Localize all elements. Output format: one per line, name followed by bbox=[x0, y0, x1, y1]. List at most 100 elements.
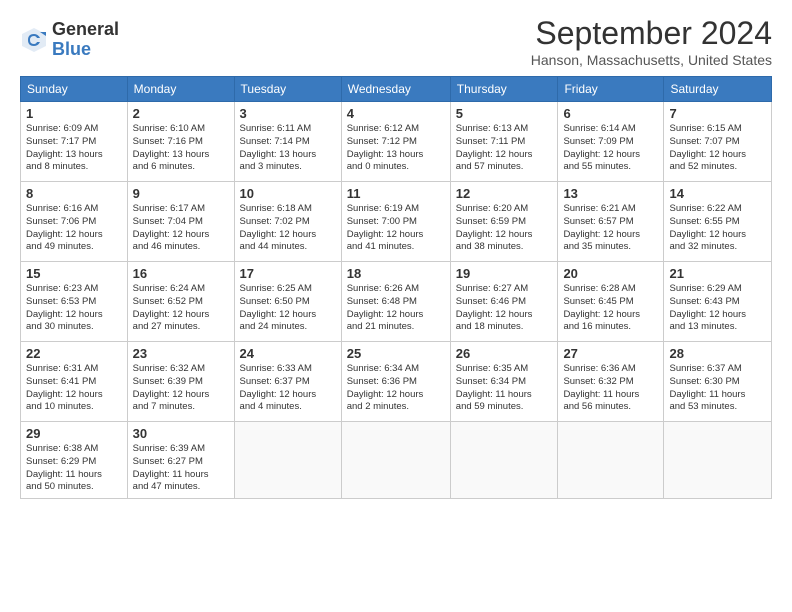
day-number: 17 bbox=[240, 266, 336, 281]
calendar-day-cell: 5Sunrise: 6:13 AMSunset: 7:11 PMDaylight… bbox=[450, 102, 558, 182]
calendar-table: SundayMondayTuesdayWednesdayThursdayFrid… bbox=[20, 76, 772, 499]
weekday-header-thursday: Thursday bbox=[450, 77, 558, 102]
logo: General Blue bbox=[20, 20, 119, 60]
day-info: Sunrise: 6:29 AMSunset: 6:43 PMDaylight:… bbox=[669, 283, 766, 334]
day-number: 30 bbox=[133, 426, 229, 441]
day-number: 14 bbox=[669, 186, 766, 201]
location: Hanson, Massachusetts, United States bbox=[531, 52, 772, 68]
day-number: 13 bbox=[563, 186, 658, 201]
day-number: 11 bbox=[347, 186, 445, 201]
logo-blue-text: Blue bbox=[52, 40, 119, 60]
month-title: September 2024 bbox=[531, 15, 772, 52]
day-info: Sunrise: 6:10 AMSunset: 7:16 PMDaylight:… bbox=[133, 123, 229, 174]
day-info: Sunrise: 6:34 AMSunset: 6:36 PMDaylight:… bbox=[347, 363, 445, 414]
logo-text: General Blue bbox=[52, 20, 119, 60]
calendar-day-cell: 29Sunrise: 6:38 AMSunset: 6:29 PMDayligh… bbox=[21, 422, 128, 499]
day-number: 21 bbox=[669, 266, 766, 281]
weekday-header-saturday: Saturday bbox=[664, 77, 772, 102]
calendar-day-cell: 1Sunrise: 6:09 AMSunset: 7:17 PMDaylight… bbox=[21, 102, 128, 182]
calendar-week-row: 29Sunrise: 6:38 AMSunset: 6:29 PMDayligh… bbox=[21, 422, 772, 499]
day-number: 2 bbox=[133, 106, 229, 121]
weekday-header-sunday: Sunday bbox=[21, 77, 128, 102]
day-number: 8 bbox=[26, 186, 122, 201]
day-info: Sunrise: 6:17 AMSunset: 7:04 PMDaylight:… bbox=[133, 203, 229, 254]
calendar-day-cell: 6 Sunrise: 6:14 AMSunset: 7:09 PMDaylight… bbox=[558, 102, 664, 182]
day-info: Sunrise: 6:12 AMSunset: 7:12 PMDaylight:… bbox=[347, 123, 445, 174]
calendar-day-cell: 12 Sunrise: 6:20 AMSunset: 6:59 PMDayligh… bbox=[450, 182, 558, 262]
day-info: Sunrise: 6:33 AMSunset: 6:37 PMDaylight:… bbox=[240, 363, 336, 414]
day-number: 10 bbox=[240, 186, 336, 201]
weekday-header-friday: Friday bbox=[558, 77, 664, 102]
calendar-day-cell: 13 Sunrise: 6:21 AMSunset: 6:57 PMDayligh… bbox=[558, 182, 664, 262]
day-info: Sunrise: 6:36 AMSunset: 6:32 PMDaylight:… bbox=[563, 363, 658, 414]
day-info: Sunrise: 6:24 AMSunset: 6:52 PMDaylight:… bbox=[133, 283, 229, 334]
calendar-week-row: 1Sunrise: 6:09 AMSunset: 7:17 PMDaylight… bbox=[21, 102, 772, 182]
day-info: Sunrise: 6:23 AMSunset: 6:53 PMDaylight:… bbox=[26, 283, 122, 334]
calendar-day-cell: 17Sunrise: 6:25 AMSunset: 6:50 PMDayligh… bbox=[234, 262, 341, 342]
day-number: 12 bbox=[456, 186, 553, 201]
calendar-day-cell: 21 Sunrise: 6:29 AMSunset: 6:43 PMDayligh… bbox=[664, 262, 772, 342]
day-number: 18 bbox=[347, 266, 445, 281]
calendar-day-cell: 14 Sunrise: 6:22 AMSunset: 6:55 PMDayligh… bbox=[664, 182, 772, 262]
calendar-day-cell: 4 Sunrise: 6:12 AMSunset: 7:12 PMDaylight… bbox=[341, 102, 450, 182]
weekday-header-row: SundayMondayTuesdayWednesdayThursdayFrid… bbox=[21, 77, 772, 102]
day-info: Sunrise: 6:13 AMSunset: 7:11 PMDaylight:… bbox=[456, 123, 553, 174]
calendar-day-cell: 7Sunrise: 6:15 AMSunset: 7:07 PMDaylight… bbox=[664, 102, 772, 182]
calendar-day-cell bbox=[664, 422, 772, 499]
day-number: 16 bbox=[133, 266, 229, 281]
header: General Blue September 2024 Hanson, Mass… bbox=[20, 15, 772, 68]
calendar-day-cell: 11 Sunrise: 6:19 AMSunset: 7:00 PMDayligh… bbox=[341, 182, 450, 262]
calendar-day-cell bbox=[341, 422, 450, 499]
calendar-day-cell: 20 Sunrise: 6:28 AMSunset: 6:45 PMDayligh… bbox=[558, 262, 664, 342]
calendar-week-row: 22 Sunrise: 6:31 AMSunset: 6:41 PMDayligh… bbox=[21, 342, 772, 422]
calendar-day-cell: 27Sunrise: 6:36 AMSunset: 6:32 PMDayligh… bbox=[558, 342, 664, 422]
day-info: Sunrise: 6:35 AMSunset: 6:34 PMDaylight:… bbox=[456, 363, 553, 414]
calendar-day-cell: 10Sunrise: 6:18 AMSunset: 7:02 PMDayligh… bbox=[234, 182, 341, 262]
calendar-week-row: 8 Sunrise: 6:16 AMSunset: 7:06 PMDaylight… bbox=[21, 182, 772, 262]
calendar-day-cell: 9 Sunrise: 6:17 AMSunset: 7:04 PMDaylight… bbox=[127, 182, 234, 262]
day-number: 15 bbox=[26, 266, 122, 281]
day-info: Sunrise: 6:14 AMSunset: 7:09 PMDaylight:… bbox=[563, 123, 658, 174]
calendar-day-cell: 16 Sunrise: 6:24 AMSunset: 6:52 PMDayligh… bbox=[127, 262, 234, 342]
calendar-day-cell: 3 Sunrise: 6:11 AMSunset: 7:14 PMDaylight… bbox=[234, 102, 341, 182]
calendar-day-cell: 28Sunrise: 6:37 AMSunset: 6:30 PMDayligh… bbox=[664, 342, 772, 422]
calendar-day-cell: 30Sunrise: 6:39 AMSunset: 6:27 PMDayligh… bbox=[127, 422, 234, 499]
calendar-day-cell: 24Sunrise: 6:33 AMSunset: 6:37 PMDayligh… bbox=[234, 342, 341, 422]
calendar-day-cell: 15 Sunrise: 6:23 AMSunset: 6:53 PMDayligh… bbox=[21, 262, 128, 342]
day-number: 4 bbox=[347, 106, 445, 121]
day-number: 29 bbox=[26, 426, 122, 441]
day-number: 6 bbox=[563, 106, 658, 121]
calendar-day-cell: 8 Sunrise: 6:16 AMSunset: 7:06 PMDaylight… bbox=[21, 182, 128, 262]
day-number: 19 bbox=[456, 266, 553, 281]
day-info: Sunrise: 6:27 AMSunset: 6:46 PMDaylight:… bbox=[456, 283, 553, 334]
day-info: Sunrise: 6:11 AMSunset: 7:14 PMDaylight:… bbox=[240, 123, 336, 174]
weekday-header-monday: Monday bbox=[127, 77, 234, 102]
day-info: Sunrise: 6:26 AMSunset: 6:48 PMDaylight:… bbox=[347, 283, 445, 334]
calendar-day-cell bbox=[234, 422, 341, 499]
calendar-day-cell: 26Sunrise: 6:35 AMSunset: 6:34 PMDayligh… bbox=[450, 342, 558, 422]
day-info: Sunrise: 6:16 AMSunset: 7:06 PMDaylight:… bbox=[26, 203, 122, 254]
day-number: 22 bbox=[26, 346, 122, 361]
day-number: 9 bbox=[133, 186, 229, 201]
day-info: Sunrise: 6:19 AMSunset: 7:00 PMDaylight:… bbox=[347, 203, 445, 254]
calendar-day-cell: 22 Sunrise: 6:31 AMSunset: 6:41 PMDayligh… bbox=[21, 342, 128, 422]
weekday-header-tuesday: Tuesday bbox=[234, 77, 341, 102]
day-info: Sunrise: 6:32 AMSunset: 6:39 PMDaylight:… bbox=[133, 363, 229, 414]
calendar-day-cell: 2 Sunrise: 6:10 AMSunset: 7:16 PMDaylight… bbox=[127, 102, 234, 182]
calendar-container: General Blue September 2024 Hanson, Mass… bbox=[0, 0, 792, 509]
day-info: Sunrise: 6:22 AMSunset: 6:55 PMDaylight:… bbox=[669, 203, 766, 254]
calendar-day-cell: 25 Sunrise: 6:34 AMSunset: 6:36 PMDayligh… bbox=[341, 342, 450, 422]
calendar-day-cell: 19 Sunrise: 6:27 AMSunset: 6:46 PMDayligh… bbox=[450, 262, 558, 342]
logo-icon bbox=[20, 26, 48, 54]
day-info: Sunrise: 6:21 AMSunset: 6:57 PMDaylight:… bbox=[563, 203, 658, 254]
day-number: 20 bbox=[563, 266, 658, 281]
day-info: Sunrise: 6:15 AMSunset: 7:07 PMDaylight:… bbox=[669, 123, 766, 174]
day-number: 25 bbox=[347, 346, 445, 361]
day-number: 3 bbox=[240, 106, 336, 121]
day-info: Sunrise: 6:28 AMSunset: 6:45 PMDaylight:… bbox=[563, 283, 658, 334]
calendar-day-cell: 23Sunrise: 6:32 AMSunset: 6:39 PMDayligh… bbox=[127, 342, 234, 422]
day-info: Sunrise: 6:31 AMSunset: 6:41 PMDaylight:… bbox=[26, 363, 122, 414]
day-info: Sunrise: 6:20 AMSunset: 6:59 PMDaylight:… bbox=[456, 203, 553, 254]
calendar-day-cell: 18 Sunrise: 6:26 AMSunset: 6:48 PMDayligh… bbox=[341, 262, 450, 342]
calendar-week-row: 15 Sunrise: 6:23 AMSunset: 6:53 PMDayligh… bbox=[21, 262, 772, 342]
